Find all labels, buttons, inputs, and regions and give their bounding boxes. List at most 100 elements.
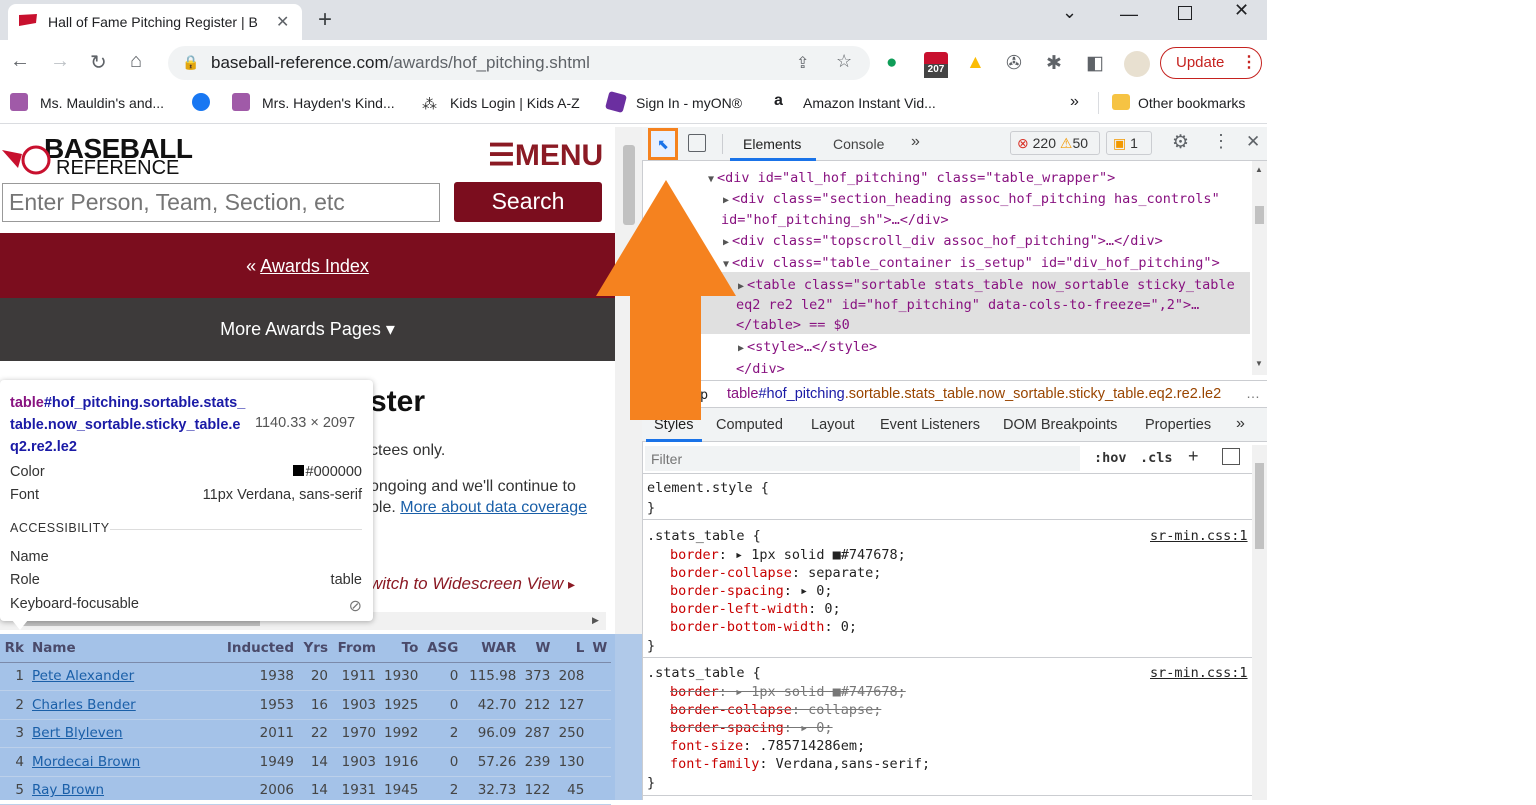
search-button[interactable]: Search: [454, 182, 602, 222]
toggle-sidebar-icon[interactable]: [1222, 448, 1240, 465]
rule2-source-link[interactable]: sr-min.css:1: [1150, 665, 1248, 681]
css-property[interactable]: border: ▸ 1px solid ■#747678;: [670, 547, 906, 565]
col-header[interactable]: W: [520, 634, 555, 663]
dom-scrollbar[interactable]: ▲ ▼: [1252, 161, 1267, 375]
other-bookmarks[interactable]: Other bookmarks: [1138, 95, 1245, 111]
hov-toggle[interactable]: :hov: [1094, 450, 1127, 466]
player-name-link[interactable]: Bert Blyleven: [28, 719, 218, 748]
subtab-layout[interactable]: Layout: [811, 417, 855, 433]
dom-node-line[interactable]: ▶ <div class="section_heading assoc_hof_p…: [723, 191, 1220, 207]
subtab-event-listeners[interactable]: Event Listeners: [880, 417, 980, 433]
scroll-down-icon[interactable]: ▼: [1255, 359, 1263, 368]
css-property[interactable]: border-spacing: ▸ 0;: [670, 720, 930, 738]
extensions-puzzle-icon[interactable]: ✱: [1046, 52, 1062, 75]
bookmark-item[interactable]: Kids Login | Kids A-Z: [450, 95, 580, 111]
data-coverage-link[interactable]: More about data coverage: [400, 499, 587, 516]
facebook-icon[interactable]: [192, 93, 210, 111]
subtab-properties[interactable]: Properties: [1145, 417, 1211, 433]
col-header[interactable]: WAR: [462, 634, 521, 663]
rule2-selector[interactable]: .stats_table {: [647, 665, 761, 681]
back-icon[interactable]: ←: [10, 50, 30, 73]
close-window-icon[interactable]: ✕: [1234, 0, 1249, 21]
expand-triangle-icon[interactable]: ▶: [738, 281, 744, 292]
col-header[interactable]: From: [332, 634, 380, 663]
bookmark-star-icon[interactable]: ☆: [836, 51, 852, 72]
scroll-up-icon[interactable]: ▲: [1255, 165, 1263, 174]
settings-gear-icon[interactable]: ⚙: [1172, 131, 1189, 154]
dom-node-line[interactable]: ▼ <div id="all_hof_pitching" class="table…: [708, 170, 1115, 186]
home-icon[interactable]: ⌂: [130, 50, 142, 73]
css-property[interactable]: border-collapse: separate;: [670, 565, 906, 583]
bookmarks-overflow-icon[interactable]: »: [1070, 93, 1079, 111]
inspect-element-icon[interactable]: ⬉: [648, 128, 678, 160]
dom-scrollbar-thumb[interactable]: [1255, 206, 1264, 224]
site-logo[interactable]: BASEBALL REFERENCE: [2, 135, 193, 178]
col-header[interactable]: L: [554, 634, 589, 663]
extension-tool-icon[interactable]: ✇: [1006, 52, 1022, 75]
close-devtools-icon[interactable]: ✕: [1246, 132, 1260, 152]
maximize-icon[interactable]: [1178, 6, 1192, 20]
scroll-right-icon[interactable]: ▶: [592, 615, 599, 626]
expand-triangle-icon[interactable]: ▶: [738, 343, 744, 354]
styles-filter-input[interactable]: [645, 446, 1080, 471]
breadcrumb-current[interactable]: table#hof_pitching.sortable.stats_table.…: [727, 386, 1221, 402]
dom-node-line[interactable]: </table> == $0: [736, 317, 850, 333]
element-style-selector[interactable]: element.style {: [647, 480, 769, 496]
browser-tab[interactable]: Hall of Fame Pitching Register | B ✕: [8, 4, 302, 40]
dom-node-line[interactable]: ▶ <style>…</style>: [738, 339, 877, 355]
dom-node-line[interactable]: ▶ <div class="topscroll_div assoc_hof_pit…: [723, 233, 1163, 249]
side-panel-icon[interactable]: ◧: [1086, 52, 1104, 75]
css-property[interactable]: font-family: Verdana,sans-serif;: [670, 756, 930, 774]
bookmark-item[interactable]: Mrs. Hayden's Kind...: [262, 95, 395, 111]
dom-node-line[interactable]: ▼ <div class="table_container is_setup" i…: [723, 255, 1220, 271]
col-header[interactable]: To: [380, 634, 423, 663]
bookmark-item[interactable]: Ms. Mauldin's and...: [40, 95, 164, 111]
dom-node-line[interactable]: ▶ <table class="sortable stats_table now_…: [738, 277, 1235, 293]
dom-node-line[interactable]: eq2 re2 le2" id="hof_pitching" data-cols…: [736, 297, 1199, 313]
profile-avatar[interactable]: [1124, 51, 1150, 77]
bookmark-item[interactable]: Amazon Instant Vid...: [803, 95, 936, 111]
awards-index-link[interactable]: Awards Index: [260, 256, 369, 276]
tab-search-icon[interactable]: ⌄: [1062, 2, 1077, 23]
new-style-rule-icon[interactable]: +: [1188, 446, 1199, 467]
bookmark-item[interactable]: Sign In - myON®: [636, 95, 742, 111]
forward-icon[interactable]: →: [50, 50, 70, 73]
more-tabs-icon[interactable]: »: [911, 133, 920, 151]
dom-node-line[interactable]: </div>: [736, 361, 785, 377]
reload-icon[interactable]: ↻: [90, 50, 107, 75]
tab-elements[interactable]: Elements: [743, 136, 801, 152]
widescreen-toggle[interactable]: witch to Widescreen View ▸: [370, 574, 575, 594]
error-warning-counter[interactable]: ⊗ 220 ⚠50: [1010, 131, 1100, 155]
google-drive-icon[interactable]: ▲: [966, 52, 985, 74]
player-name-link[interactable]: Pete Alexander: [28, 662, 218, 691]
share-icon[interactable]: ⇪: [796, 53, 809, 73]
issues-counter[interactable]: ▣ 1: [1106, 131, 1152, 155]
update-button[interactable]: Update ⋮: [1160, 47, 1262, 79]
address-bar[interactable]: 🔒 baseball-reference.com/awards/hof_pitc…: [168, 46, 870, 80]
col-header[interactable]: W: [588, 634, 612, 663]
col-header[interactable]: Name: [28, 634, 218, 663]
extension-green-icon[interactable]: ●: [886, 52, 897, 74]
tab-console[interactable]: Console: [833, 136, 884, 152]
player-name-link[interactable]: Mordecai Brown: [28, 747, 218, 777]
subtab-dom-breakpoints[interactable]: DOM Breakpoints: [1003, 417, 1117, 433]
menu-button[interactable]: ☰MENU: [488, 138, 603, 173]
col-header[interactable]: Inducted: [218, 634, 298, 663]
breadcrumb-more-icon[interactable]: …: [1246, 385, 1260, 401]
extension-abp-icon[interactable]: 207: [924, 52, 948, 78]
cls-toggle[interactable]: .cls: [1140, 450, 1173, 466]
col-header[interactable]: Rk: [0, 634, 28, 663]
devtools-menu-icon[interactable]: ⋮: [1212, 131, 1230, 152]
css-property[interactable]: border: ▸ 1px solid ■#747678;: [670, 684, 930, 702]
css-property[interactable]: border-bottom-width: 0;: [670, 619, 906, 637]
col-header[interactable]: Yrs: [298, 634, 332, 663]
css-property[interactable]: border-left-width: 0;: [670, 601, 906, 619]
css-property[interactable]: font-size: .785714286em;: [670, 738, 930, 756]
css-property[interactable]: border-collapse: collapse;: [670, 702, 930, 720]
new-tab-icon[interactable]: +: [318, 6, 332, 34]
styles-scrollbar[interactable]: [1252, 445, 1267, 800]
player-name-link[interactable]: Charles Bender: [28, 690, 218, 720]
styles-scrollbar-thumb[interactable]: [1255, 463, 1264, 549]
device-toolbar-icon[interactable]: [688, 134, 706, 152]
dom-node-line[interactable]: id="hof_pitching_sh">…</div>: [721, 212, 949, 228]
